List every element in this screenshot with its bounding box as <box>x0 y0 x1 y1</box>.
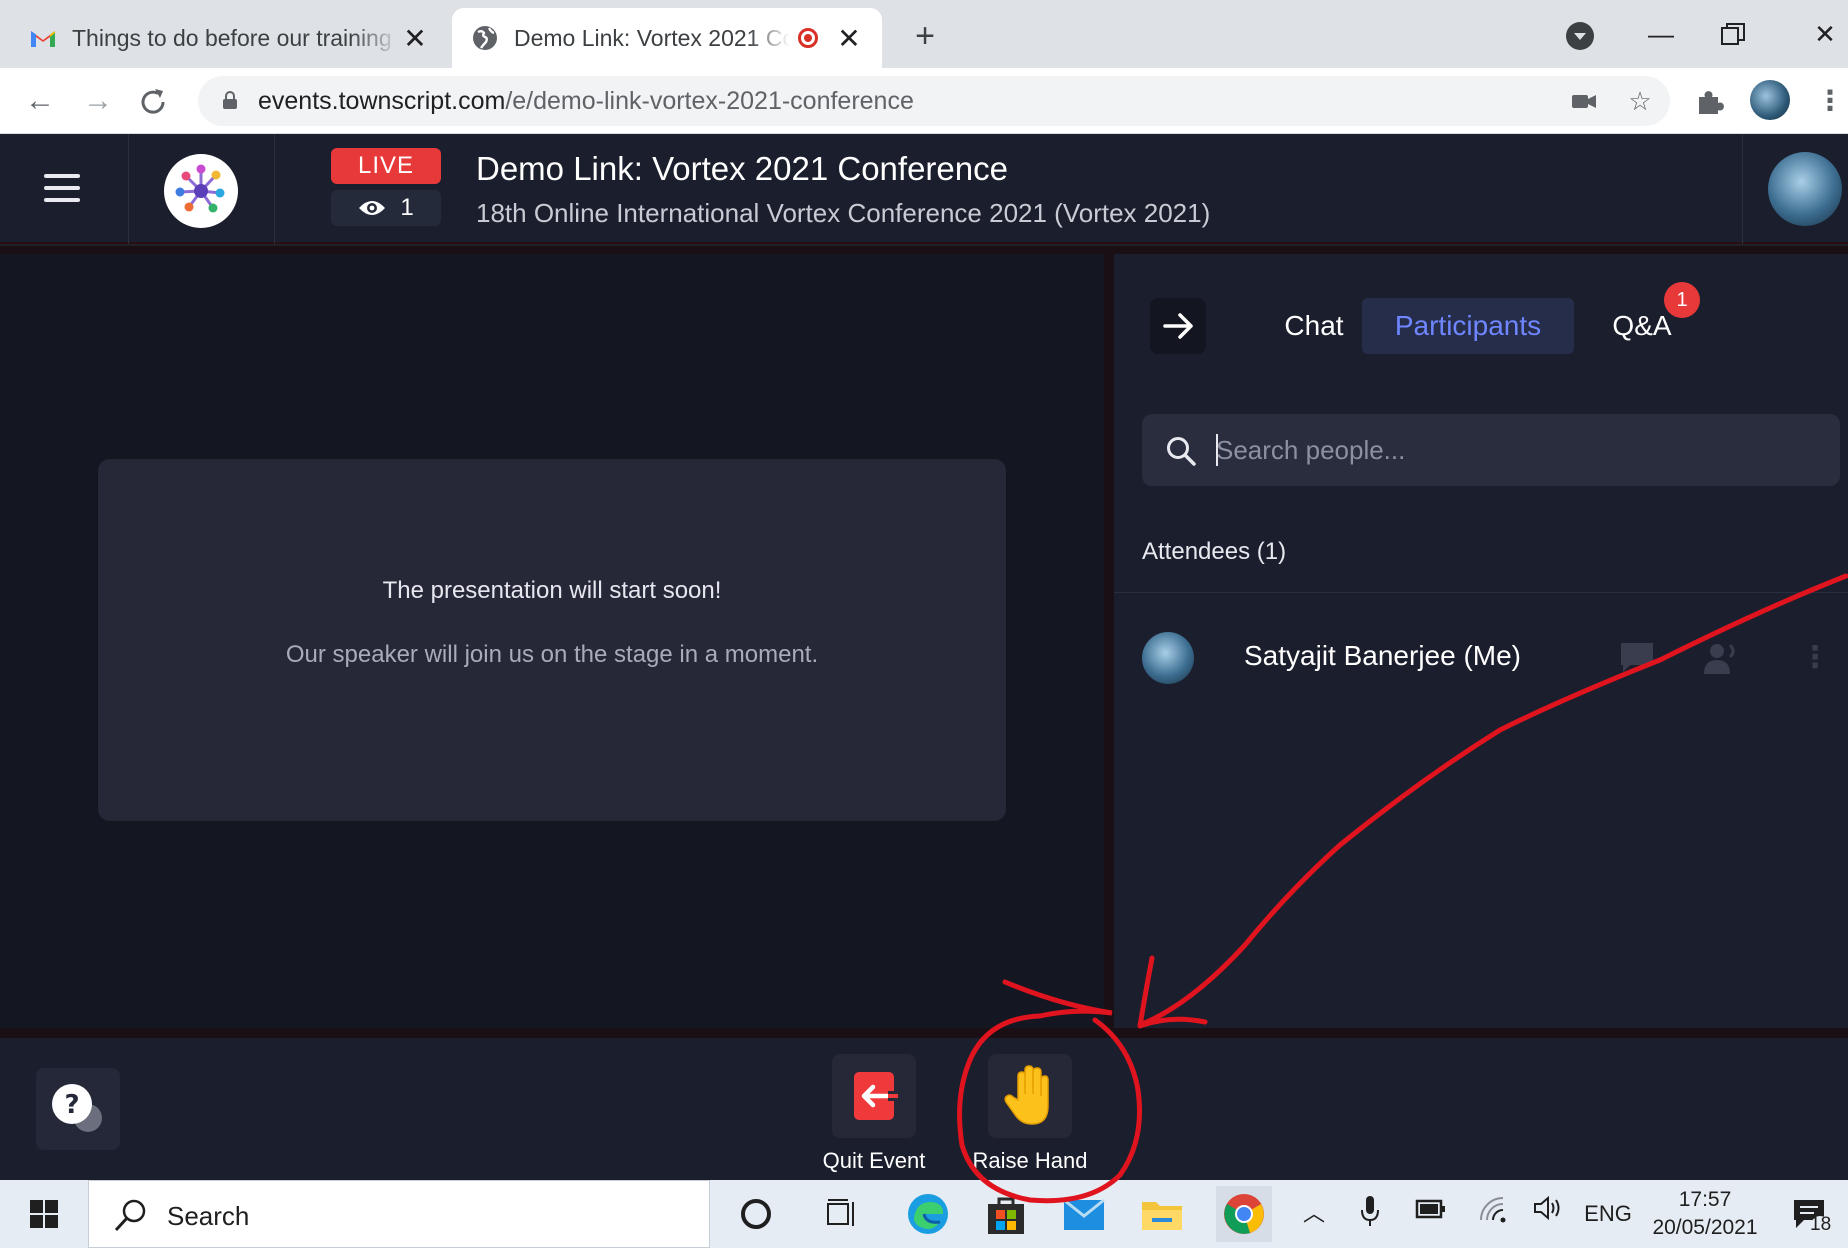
hamburger-menu-icon[interactable] <box>44 174 80 202</box>
mail-icon[interactable] <box>1060 1190 1108 1238</box>
chrome-taskbar-icon[interactable] <box>1216 1186 1272 1242</box>
chat-bubble-icon[interactable] <box>1618 640 1656 676</box>
svg-text:?: ? <box>64 1090 79 1120</box>
network-logo-icon <box>175 164 225 213</box>
minimize-icon[interactable]: — <box>1636 14 1686 54</box>
tab-search-icon[interactable] <box>1566 22 1594 50</box>
user-avatar[interactable] <box>1768 152 1842 226</box>
attendees-heading: Attendees (1) <box>1142 538 1287 565</box>
arrow-right-icon <box>1163 313 1193 339</box>
extensions-icon[interactable] <box>1694 86 1726 118</box>
tab-title: Things to do before our training p <box>72 24 400 51</box>
tab-title: Demo Link: Vortex 2021 Conf <box>514 24 790 51</box>
header-divider <box>274 134 275 244</box>
collapse-sidebar-button[interactable] <box>1150 298 1206 354</box>
restore-icon[interactable] <box>1718 20 1748 50</box>
notification-center-icon[interactable]: 18 <box>1790 1196 1832 1236</box>
task-view-icon[interactable] <box>818 1190 866 1238</box>
url-text: events.townscript.com/e/demo-link-vortex… <box>258 87 914 116</box>
more-options-icon[interactable]: ⋮ <box>1796 640 1834 676</box>
stage-panel: The presentation will start soon! Our sp… <box>0 254 1104 1028</box>
townscript-logo <box>164 154 238 228</box>
text-cursor <box>1216 434 1218 466</box>
event-header: LIVE 1 Demo Link: Vortex 2021 Conference… <box>0 134 1848 244</box>
microphone-icon[interactable] <box>1354 1194 1386 1234</box>
new-tab-button[interactable]: + <box>905 16 945 56</box>
forward-icon[interactable]: → <box>78 81 118 121</box>
gmail-icon <box>31 31 55 47</box>
exit-door-icon <box>854 1072 898 1120</box>
wifi-icon[interactable] <box>1472 1194 1512 1234</box>
browser-toolbar: ← → events.townscript.com/e/demo-link-vo… <box>0 68 1848 134</box>
attendee-name: Satyajit Banerjee (Me) <box>1244 640 1522 671</box>
browser-tab-strip: Things to do before our training p ✕ Dem… <box>0 0 1848 68</box>
edge-browser-icon[interactable] <box>904 1190 952 1238</box>
raise-hand-button[interactable] <box>988 1054 1072 1138</box>
divider <box>1114 592 1848 593</box>
reload-icon[interactable] <box>136 85 170 119</box>
notification-count: 18 <box>1810 1214 1832 1235</box>
cortana-icon[interactable] <box>732 1190 780 1238</box>
search-people-input[interactable] <box>1216 414 1816 486</box>
globe-icon <box>473 26 497 50</box>
tab-demo-link[interactable]: Demo Link: Vortex 2021 Conf ✕ <box>452 8 882 68</box>
close-tab-icon[interactable]: ✕ <box>834 22 864 55</box>
eye-icon <box>359 201 386 215</box>
language-indicator[interactable]: ENG <box>1582 1194 1634 1234</box>
url-path: /e/demo-link-vortex-2021-conference <box>505 87 914 115</box>
microsoft-store-icon[interactable] <box>982 1190 1030 1238</box>
screen: Things to do before our training p ✕ Dem… <box>0 0 1848 1248</box>
header-divider <box>1742 134 1743 244</box>
lock-icon <box>223 91 237 109</box>
volume-icon[interactable] <box>1528 1194 1568 1234</box>
tab-gmail[interactable]: Things to do before our training p ✕ <box>10 8 448 68</box>
battery-icon[interactable] <box>1410 1194 1450 1234</box>
show-hidden-icons[interactable]: ︿ <box>1296 1194 1332 1234</box>
main-area: The presentation will start soon! Our sp… <box>0 246 1848 1038</box>
window-close-icon[interactable]: ✕ <box>1800 14 1848 54</box>
attendee-row: Satyajit Banerjee (Me) ⋮ <box>1142 626 1832 686</box>
voice-icon[interactable] <box>1702 640 1740 676</box>
search-people-box[interactable] <box>1142 414 1840 486</box>
address-bar[interactable]: events.townscript.com/e/demo-link-vortex… <box>198 76 1670 126</box>
quit-event-button[interactable] <box>832 1054 916 1138</box>
stage-message-subtitle: Our speaker will join us on the stage in… <box>285 641 819 668</box>
browser-profile-avatar[interactable] <box>1750 80 1790 120</box>
browser-menu-icon[interactable]: ⋮ <box>1810 81 1848 121</box>
sidebar-panel: Chat Participants Q&A 1 Attendees (1) Sa… <box>1114 254 1848 1028</box>
raise-hand-label: Raise Hand <box>972 1148 1088 1173</box>
bookmark-star-icon[interactable]: ☆ <box>1625 86 1655 116</box>
help-chat-icon: ? <box>52 1084 102 1132</box>
quit-event-label: Quit Event <box>822 1148 926 1173</box>
clock-time: 17:57 <box>1678 1188 1732 1211</box>
tab-participants[interactable]: Participants <box>1362 298 1574 354</box>
file-explorer-icon[interactable] <box>1138 1190 1186 1238</box>
header-divider <box>128 134 129 244</box>
camera-icon[interactable] <box>1569 86 1599 116</box>
stage-message-title: The presentation will start soon! <box>382 577 722 604</box>
event-title: Demo Link: Vortex 2021 Conference <box>476 150 1008 187</box>
search-icon <box>114 1199 146 1232</box>
viewer-count-value: 1 <box>400 194 414 221</box>
url-host: events.townscript.com <box>258 87 506 115</box>
event-controls-bar: ? Quit Event Raise Hand <box>0 1038 1848 1180</box>
taskbar-search-label: Search <box>167 1201 250 1231</box>
attendee-avatar <box>1142 632 1194 684</box>
recording-icon <box>798 28 818 48</box>
windows-taskbar: Search ︿ ENG 17:57 20/05/2021 18 <box>0 1180 1848 1248</box>
clock-date: 20/05/2021 <box>1652 1216 1758 1239</box>
raised-hand-icon <box>1004 1065 1049 1125</box>
help-button[interactable]: ? <box>36 1068 120 1150</box>
close-tab-icon[interactable]: ✕ <box>400 22 430 55</box>
viewer-count: 1 <box>331 190 441 226</box>
search-icon <box>1167 437 1196 466</box>
back-icon[interactable]: ← <box>20 81 60 121</box>
stage-placeholder-card: The presentation will start soon! Our sp… <box>98 459 1006 821</box>
taskbar-clock[interactable]: 17:57 20/05/2021 <box>1640 1186 1770 1242</box>
windows-start-icon[interactable] <box>30 1200 58 1228</box>
live-badge: LIVE <box>331 148 441 184</box>
taskbar-search-box[interactable]: Search <box>88 1180 710 1248</box>
event-subtitle: 18th Online International Vortex Confere… <box>476 198 1211 228</box>
qa-notification-badge: 1 <box>1664 282 1700 318</box>
